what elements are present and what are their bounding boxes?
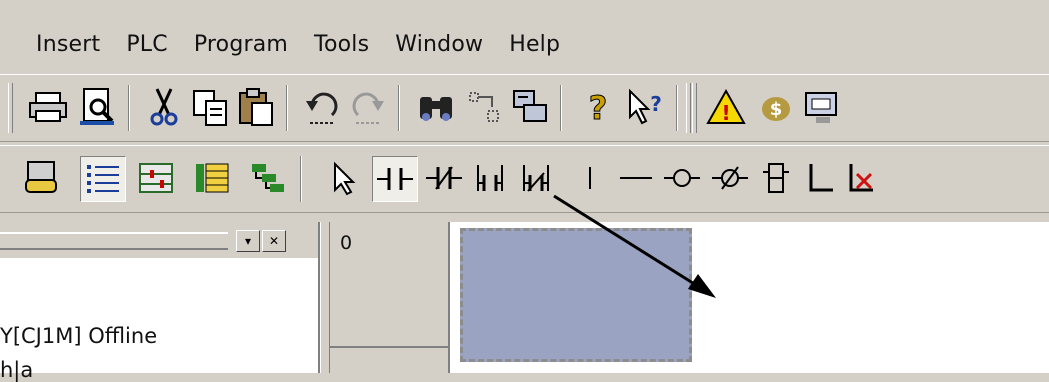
annotation-arrow [553, 194, 716, 298]
